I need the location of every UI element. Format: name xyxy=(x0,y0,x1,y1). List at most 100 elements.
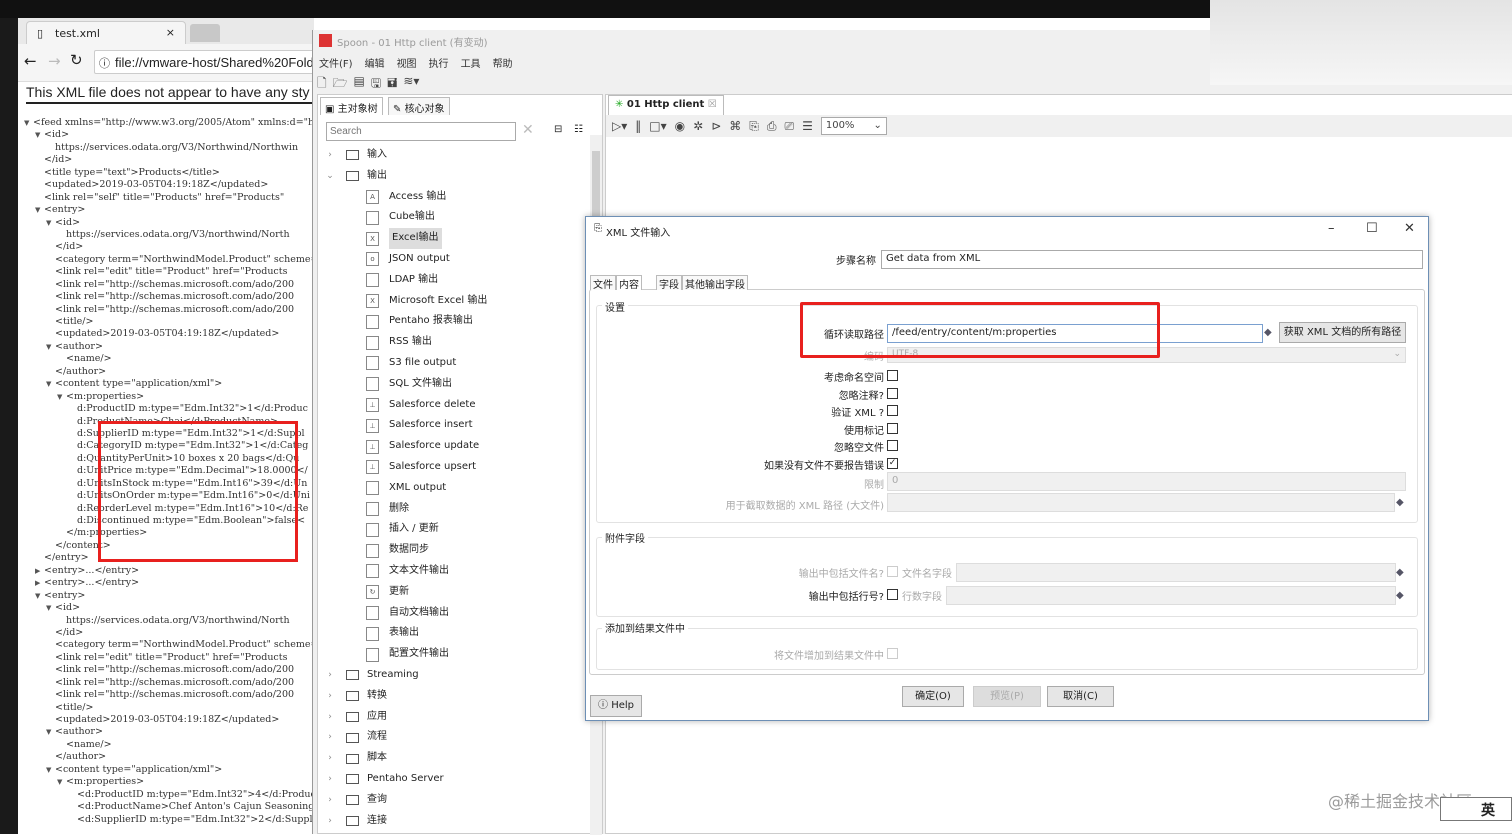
explore-icon[interactable]: ▤ xyxy=(354,74,365,95)
new-file-icon[interactable]: 🗋 xyxy=(317,74,327,95)
tab-file[interactable]: 文件 xyxy=(590,275,616,291)
tab-close-icon[interactable]: ☒ xyxy=(708,99,717,110)
tree-step[interactable]: o JSON output xyxy=(318,249,586,270)
debug-icon[interactable]: ✲ xyxy=(693,119,703,133)
search-input[interactable] xyxy=(326,122,516,141)
tree-step[interactable]: XML output xyxy=(318,478,586,499)
open-file-icon[interactable]: 🗁 xyxy=(333,74,348,95)
tree-folder[interactable]: › 输入 xyxy=(318,145,586,166)
tree-folder[interactable]: ⌄ 输出 xyxy=(318,166,586,187)
tab-http-client[interactable]: ✳ 01 Http client ☒ xyxy=(608,95,724,115)
tab-close-icon[interactable]: × xyxy=(166,26,175,39)
tree-step[interactable]: X Microsoft Excel 输出 xyxy=(318,291,586,312)
tree-step[interactable]: ↻ 更新 xyxy=(318,582,586,603)
chevron-right-icon[interactable]: › xyxy=(318,145,342,166)
run-icon[interactable]: ▷▾ xyxy=(612,119,627,133)
expand-toggle-icon[interactable]: ▼ xyxy=(46,726,55,738)
tree-step[interactable]: 插入 / 更新 xyxy=(318,519,586,540)
get-xml-paths-button[interactable]: 获取 XML 文档的所有路径 xyxy=(1279,322,1406,343)
option-checkbox[interactable] xyxy=(887,387,898,399)
preview-button[interactable]: 预览(P) xyxy=(973,686,1041,707)
tree-step[interactable]: Pentaho 报表输出 xyxy=(318,311,586,332)
prune-path-input[interactable] xyxy=(887,493,1395,512)
tree-folder[interactable]: › Pentaho Server xyxy=(318,769,586,790)
menu-item[interactable]: 视图 xyxy=(397,55,417,70)
pause-icon[interactable]: ‖ xyxy=(635,119,641,133)
new-tab-button[interactable] xyxy=(190,24,220,42)
tree-folder[interactable]: › Streaming xyxy=(318,665,586,686)
tree-folder[interactable]: › 查询 xyxy=(318,790,586,811)
tree-folder[interactable]: › 连接 xyxy=(318,811,586,832)
cancel-button[interactable]: 取消(C) xyxy=(1047,686,1114,707)
expand-toggle-icon[interactable]: ▼ xyxy=(57,776,66,788)
preview-icon[interactable]: ◉ xyxy=(675,119,685,133)
tree-folder[interactable]: › 转换 xyxy=(318,686,586,707)
save-icon[interactable]: 🖫 xyxy=(371,74,381,95)
option-checkbox[interactable] xyxy=(887,422,898,434)
tree-step[interactable]: 数据同步 xyxy=(318,540,586,561)
filename-field-input[interactable] xyxy=(956,563,1396,582)
ok-button[interactable]: 确定(O) xyxy=(902,686,964,707)
tree-step[interactable]: ⊥ Salesforce update xyxy=(318,436,586,457)
tab-additional-output-fields[interactable]: 其他输出字段 xyxy=(682,275,748,291)
url-input[interactable]: ⓘ file://vmware-host/Shared%20Fold xyxy=(94,50,314,74)
option-checkbox[interactable] xyxy=(887,440,898,452)
tree-step[interactable]: 文本文件输出 xyxy=(318,561,586,582)
back-icon[interactable]: ← xyxy=(24,52,37,70)
rownum-field-input[interactable] xyxy=(946,586,1396,605)
chevron-right-icon[interactable]: › xyxy=(318,811,342,832)
tree-folder[interactable]: › 应用 xyxy=(318,707,586,728)
expand-toggle-icon[interactable]: ▼ xyxy=(46,341,55,353)
replay-icon[interactable]: ⊳ xyxy=(711,119,721,133)
expand-toggle-icon[interactable]: ▼ xyxy=(46,764,55,776)
expand-toggle-icon[interactable]: ▼ xyxy=(57,391,66,403)
tab-core-objects[interactable]: ✎ 核心对象 xyxy=(388,97,450,115)
include-filename-checkbox[interactable] xyxy=(887,566,898,577)
menu-item[interactable]: 执行 xyxy=(429,55,449,70)
tree-step[interactable]: 配置文件输出 xyxy=(318,644,586,665)
ime-indicator[interactable]: 英 xyxy=(1440,797,1512,821)
layers-icon[interactable]: ≋▾ xyxy=(403,74,419,95)
tree-step[interactable]: S3 file output xyxy=(318,353,586,374)
step-name-input[interactable]: Get data from XML xyxy=(881,250,1423,269)
option-checkbox[interactable] xyxy=(887,405,898,417)
impact-icon[interactable]: ⎘ xyxy=(749,119,759,134)
maximize-button[interactable]: ☐ xyxy=(1366,221,1378,236)
menu-item[interactable]: 帮助 xyxy=(493,55,513,70)
option-checkbox[interactable] xyxy=(887,370,898,381)
expand-toggle-icon[interactable]: ▼ xyxy=(46,217,55,229)
menu-item[interactable]: 文件(F) xyxy=(319,55,353,70)
explore-db-icon[interactable]: ⎚ xyxy=(784,119,794,134)
show-results-icon[interactable]: ☰ xyxy=(802,119,813,133)
tree-step[interactable]: Cube输出 xyxy=(318,207,586,228)
minimize-button[interactable]: – xyxy=(1328,221,1335,236)
expand-toggle-icon[interactable]: ▼ xyxy=(35,204,44,216)
chevron-right-icon[interactable]: › xyxy=(318,665,342,686)
tree-step[interactable]: 删除 xyxy=(318,499,586,520)
expand-toggle-icon[interactable]: ▶ xyxy=(35,565,44,577)
tree-step[interactable]: SQL 文件输出 xyxy=(318,374,586,395)
stop-icon[interactable]: □▾ xyxy=(649,119,666,133)
expand-tree-icon[interactable]: ☷ xyxy=(574,124,583,135)
tree-folder[interactable]: › 流程 xyxy=(318,727,586,748)
collapse-tree-icon[interactable]: ⊟ xyxy=(554,124,562,135)
tree-step[interactable]: ⊥ Salesforce insert xyxy=(318,415,586,436)
chevron-right-icon[interactable]: › xyxy=(318,707,342,728)
tab-main-tree[interactable]: ▣ 主对象树 xyxy=(320,97,383,115)
expand-toggle-icon[interactable]: ▼ xyxy=(46,378,55,390)
option-checkbox[interactable]: ✓ xyxy=(887,458,898,469)
chevron-right-icon[interactable]: › xyxy=(318,748,342,769)
menu-item[interactable]: 编辑 xyxy=(365,55,385,70)
reload-icon[interactable]: ↻ xyxy=(70,51,83,69)
tree-folder[interactable]: › 脚本 xyxy=(318,748,586,769)
tab-content[interactable]: 内容 xyxy=(616,275,642,291)
tree-step[interactable]: A Access 输出 xyxy=(318,187,586,208)
tree-step[interactable]: LDAP 输出 xyxy=(318,270,586,291)
expand-toggle-icon[interactable]: ▼ xyxy=(24,117,33,129)
tree-step[interactable]: 表输出 xyxy=(318,623,586,644)
limit-input[interactable]: 0 xyxy=(887,472,1406,491)
expand-toggle-icon[interactable]: ▶ xyxy=(35,577,44,589)
chevron-right-icon[interactable]: › xyxy=(318,686,342,707)
tree-step[interactable]: X Excel输出 xyxy=(318,228,586,249)
chevron-down-icon[interactable]: ⌄ xyxy=(318,166,342,187)
